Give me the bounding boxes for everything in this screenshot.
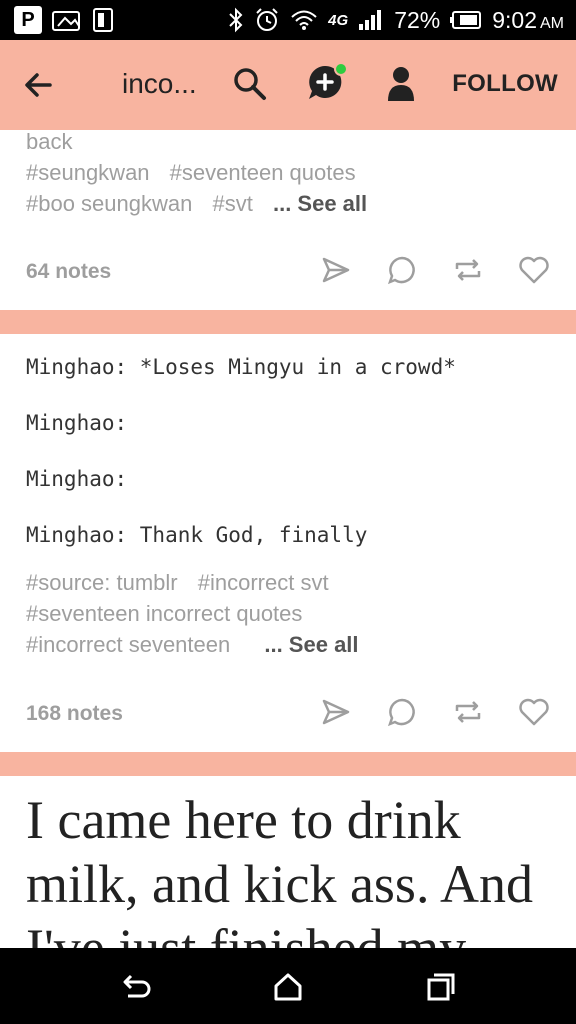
post-actions [320,696,550,728]
person-icon [388,67,414,101]
post-card: back #seungkwan #seventeen quotes #boo s… [0,129,576,310]
send-icon [322,257,350,283]
search-button[interactable] [232,66,268,102]
back-button[interactable] [20,66,58,104]
post-card: I came here to drink milk, and kick ass.… [0,776,576,948]
like-button[interactable] [518,254,550,286]
app-header: inco... FOLLOW [0,40,576,130]
chat-post-body: Minghao: *Loses Mingyu in a crowd* Mingh… [26,352,456,576]
tag-link[interactable]: #incorrect seventeen [26,632,230,657]
unread-dot [334,62,348,76]
chat-line: Minghao: [26,467,128,491]
tag-link[interactable]: #incorrect svt [198,570,329,595]
status-bar: P 4G 72% 9:02 AM [0,0,576,40]
account-button[interactable] [386,66,416,102]
network-type-icon: 4G [328,11,349,29]
post-card: Minghao: *Loses Mingyu in a crowd* Mingh… [0,334,576,752]
partial-text: back [26,129,73,154]
system-home-button[interactable] [271,970,305,1004]
reblog-button[interactable] [452,254,484,286]
alarm-icon [254,7,280,33]
reblog-button[interactable] [452,696,484,728]
like-button[interactable] [518,696,550,728]
blog-title[interactable]: inco... [122,68,197,100]
heart-icon [519,698,549,726]
battery-percent: 72% [394,6,441,33]
tag-link[interactable]: #seventeen incorrect quotes [26,601,302,626]
reblog-icon [455,259,481,281]
battery-icon [450,10,482,30]
speech-bubble-icon [387,698,415,727]
messaging-button[interactable] [306,62,348,104]
arrow-left-icon [25,73,52,97]
home-icon [274,973,302,1001]
share-button[interactable] [320,254,352,286]
photo-notification-icon [52,8,82,32]
tag-link[interactable]: #source: tumblr [26,570,178,595]
reblog-icon [455,701,481,723]
carrier-app-icon: P [14,6,42,34]
post-tags: #source: tumblr #incorrect svt #seventee… [26,567,373,660]
system-recents-button[interactable] [424,970,458,1004]
tag-link[interactable]: #seungkwan [26,160,150,185]
see-all-tags-link[interactable]: ... See all [264,632,358,657]
tag-link[interactable]: #boo seungkwan [26,191,192,216]
share-button[interactable] [320,696,352,728]
speech-bubble-icon [387,256,415,285]
reply-button[interactable] [386,254,418,286]
clock: 9:02 AM [492,6,564,33]
back-arrow-icon [123,974,151,998]
chat-line: Minghao: [26,411,128,435]
follow-button[interactable]: FOLLOW [452,70,558,98]
signal-strength-icon [358,9,384,31]
recents-icon [427,973,455,1001]
post-tags: back #seungkwan #seventeen quotes #boo s… [26,126,381,219]
tag-link[interactable]: #seventeen quotes [170,160,356,185]
tag-link[interactable]: #svt [212,191,252,216]
bluetooth-icon [228,7,244,33]
send-icon [322,699,350,725]
post-actions [320,254,550,286]
heart-icon [519,256,549,284]
search-icon [234,68,266,100]
device-notification-icon [92,7,114,33]
see-all-tags-link[interactable]: ... See all [273,191,367,216]
system-back-button[interactable] [118,970,152,1004]
notes-count[interactable]: 64 notes [26,260,111,284]
reply-button[interactable] [386,696,418,728]
wifi-icon [290,8,318,32]
quote-text: I came here to drink milk, and kick ass.… [26,790,533,948]
notes-count[interactable]: 168 notes [26,702,123,726]
system-nav-bar [0,948,576,1024]
chat-line: Minghao: *Loses Mingyu in a crowd* [26,355,456,379]
